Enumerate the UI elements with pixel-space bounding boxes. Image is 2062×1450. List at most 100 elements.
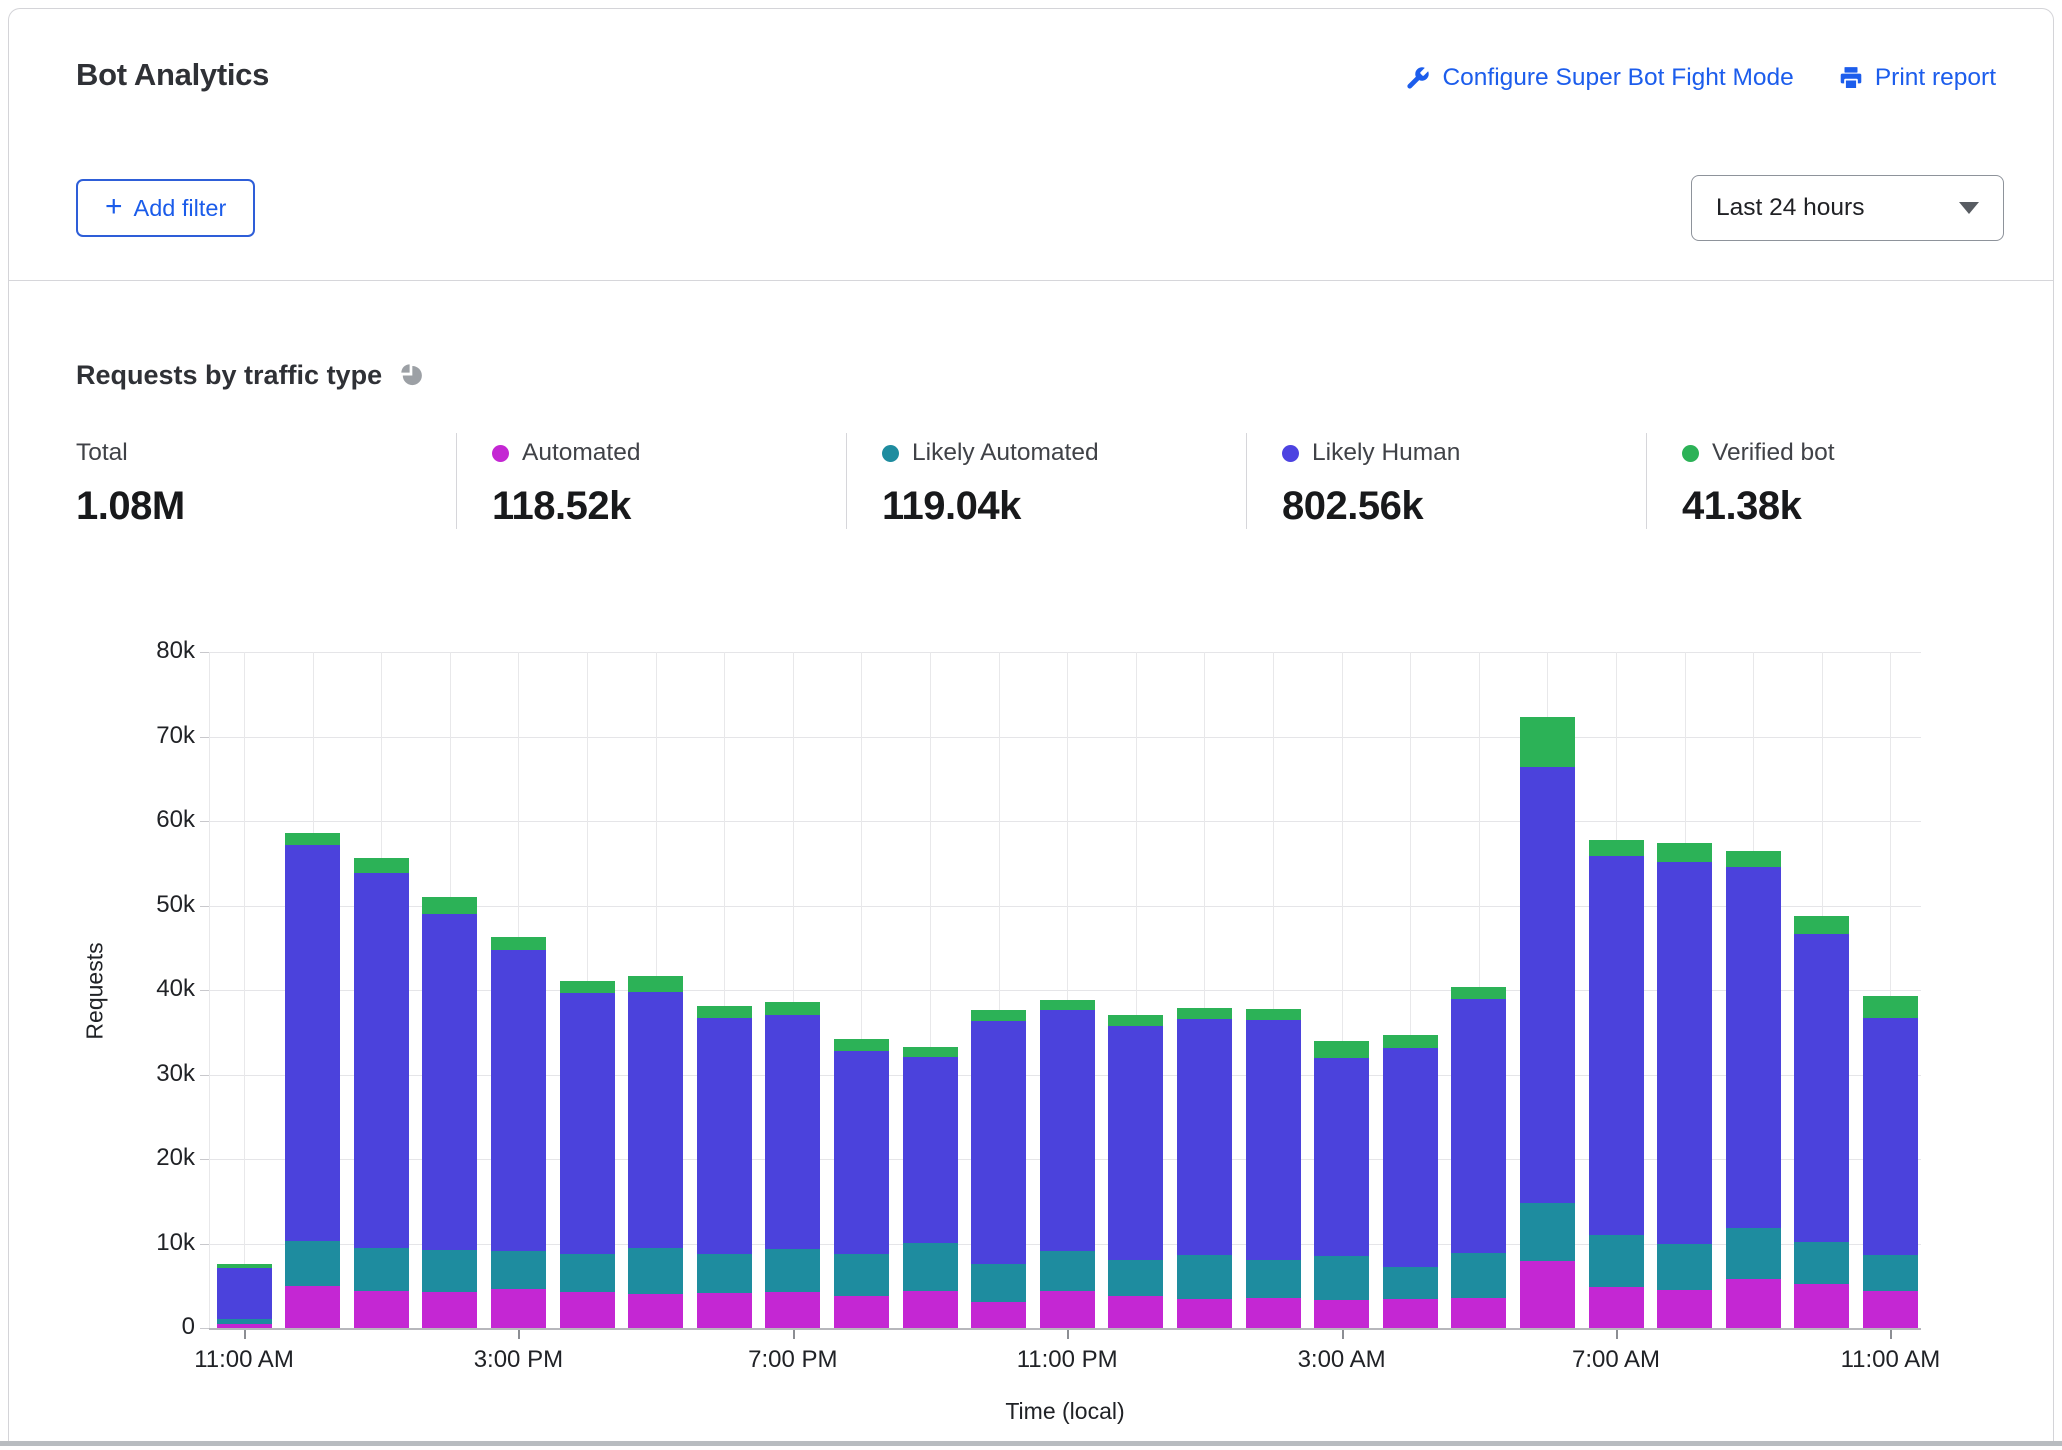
stacked-bar-4-00-pm[interactable] bbox=[560, 981, 615, 1328]
bar-segment-likely-human bbox=[1863, 1018, 1918, 1255]
stacked-bar-12-00-pm[interactable] bbox=[285, 833, 340, 1328]
y-tick-mark bbox=[200, 1244, 209, 1245]
stacked-bar-11-00-am[interactable] bbox=[1863, 996, 1918, 1328]
y-tick-label: 0 bbox=[95, 1313, 195, 1341]
bar-segment-automated bbox=[491, 1289, 546, 1328]
bar-segment-automated bbox=[1451, 1298, 1506, 1328]
bar-segment-likely-human bbox=[217, 1268, 272, 1319]
bar-segment-likely-human bbox=[1794, 934, 1849, 1242]
bar-segment-automated bbox=[834, 1296, 889, 1328]
bar-segment-likely-automated bbox=[1589, 1235, 1644, 1287]
automated-legend-dot bbox=[492, 445, 509, 462]
bar-segment-likely-automated bbox=[628, 1248, 683, 1295]
x-tick-label: 3:00 PM bbox=[418, 1346, 618, 1374]
stacked-bar-5-00-am[interactable] bbox=[1451, 987, 1506, 1328]
header-divider bbox=[9, 280, 2053, 281]
bar-segment-automated bbox=[560, 1292, 615, 1328]
x-axis-line bbox=[209, 1328, 1921, 1330]
y-tick-label: 40k bbox=[95, 975, 195, 1003]
bar-segment-likely-automated bbox=[354, 1248, 409, 1291]
bar-segment-likely-human bbox=[903, 1057, 958, 1244]
y-axis-title: Requests bbox=[82, 942, 109, 1039]
printer-icon bbox=[1838, 65, 1864, 91]
bar-segment-verified-bot bbox=[1177, 1008, 1232, 1019]
time-range-dropdown[interactable]: Last 24 hours bbox=[1691, 175, 2004, 241]
stat-likely-human: Likely Human 802.56k bbox=[1246, 433, 1646, 529]
plot-left-edge bbox=[209, 652, 210, 1328]
bar-segment-automated bbox=[1383, 1299, 1438, 1328]
x-tick-label: 11:00 AM bbox=[144, 1346, 344, 1374]
bar-segment-likely-automated bbox=[1863, 1255, 1918, 1291]
bar-segment-automated bbox=[1520, 1261, 1575, 1328]
stacked-bar-11-00-am[interactable] bbox=[217, 1264, 272, 1328]
stacked-bar-8-00-am[interactable] bbox=[1657, 843, 1712, 1328]
stacked-bar-1-00-am[interactable] bbox=[1177, 1008, 1232, 1328]
bar-segment-likely-automated bbox=[285, 1241, 340, 1287]
bar-segment-likely-human bbox=[560, 993, 615, 1254]
stacked-bar-2-00-am[interactable] bbox=[1246, 1009, 1301, 1328]
stacked-bar-6-00-am[interactable] bbox=[1520, 717, 1575, 1328]
stacked-bar-10-00-pm[interactable] bbox=[971, 1010, 1026, 1328]
bar-segment-automated bbox=[765, 1292, 820, 1328]
bar-segment-likely-automated bbox=[834, 1254, 889, 1296]
time-range-value: Last 24 hours bbox=[1716, 194, 1864, 222]
x-tick-label: 3:00 AM bbox=[1242, 1346, 1442, 1374]
y-tick-mark bbox=[200, 737, 209, 738]
stacked-bar-12-00-am[interactable] bbox=[1108, 1015, 1163, 1328]
y-tick-label: 10k bbox=[95, 1229, 195, 1257]
stacked-bar-9-00-pm[interactable] bbox=[903, 1047, 958, 1328]
stacked-bar-1-00-pm[interactable] bbox=[354, 858, 409, 1328]
x-tick-mark bbox=[1067, 1330, 1069, 1339]
stat-total: Total 1.08M bbox=[76, 433, 456, 529]
stacked-bar-9-00-am[interactable] bbox=[1726, 851, 1781, 1328]
stacked-bar-8-00-pm[interactable] bbox=[834, 1039, 889, 1328]
stat-value: 119.04k bbox=[882, 484, 1246, 529]
stat-value: 41.38k bbox=[1682, 484, 2016, 529]
bar-segment-likely-automated bbox=[1451, 1253, 1506, 1299]
bar-segment-likely-automated bbox=[1177, 1255, 1232, 1299]
stacked-bar-11-00-pm[interactable] bbox=[1040, 1000, 1095, 1328]
bar-segment-verified-bot bbox=[285, 833, 340, 845]
add-filter-button[interactable]: + Add filter bbox=[76, 179, 255, 237]
bar-segment-automated bbox=[1177, 1299, 1232, 1328]
bar-segment-likely-human bbox=[1451, 999, 1506, 1253]
stat-label: Likely Human bbox=[1312, 439, 1460, 467]
stacked-bar-10-00-am[interactable] bbox=[1794, 916, 1849, 1328]
y-gridline bbox=[209, 652, 1921, 653]
bar-segment-likely-human bbox=[834, 1051, 889, 1254]
header-links: Configure Super Bot Fight Mode Print rep… bbox=[1404, 64, 1996, 92]
stacked-bar-6-00-pm[interactable] bbox=[697, 1006, 752, 1328]
bar-segment-verified-bot bbox=[1314, 1041, 1369, 1058]
stacked-bar-7-00-am[interactable] bbox=[1589, 840, 1644, 1328]
stacked-bar-4-00-am[interactable] bbox=[1383, 1035, 1438, 1328]
y-tick-label: 50k bbox=[95, 891, 195, 919]
x-tick-label: 11:00 PM bbox=[967, 1346, 1167, 1374]
stacked-bar-2-00-pm[interactable] bbox=[422, 897, 477, 1328]
stacked-bar-3-00-pm[interactable] bbox=[491, 937, 546, 1328]
bar-segment-automated bbox=[1726, 1279, 1781, 1328]
y-tick-mark bbox=[200, 906, 209, 907]
bar-segment-automated bbox=[1246, 1298, 1301, 1328]
bar-segment-likely-human bbox=[422, 914, 477, 1250]
bar-segment-likely-automated bbox=[1726, 1228, 1781, 1279]
bar-segment-verified-bot bbox=[1451, 987, 1506, 1000]
bar-segment-likely-human bbox=[1177, 1019, 1232, 1256]
stat-label: Likely Automated bbox=[912, 439, 1099, 467]
bar-segment-likely-automated bbox=[765, 1249, 820, 1291]
bottom-divider bbox=[0, 1441, 2062, 1446]
plus-icon: + bbox=[105, 192, 123, 222]
x-gridline bbox=[244, 652, 245, 1328]
stacked-bar-7-00-pm[interactable] bbox=[765, 1002, 820, 1328]
stat-automated: Automated 118.52k bbox=[456, 433, 846, 529]
bar-segment-verified-bot bbox=[491, 937, 546, 951]
stacked-bar-3-00-am[interactable] bbox=[1314, 1041, 1369, 1328]
bar-segment-likely-automated bbox=[422, 1250, 477, 1292]
print-report-link[interactable]: Print report bbox=[1838, 64, 1996, 92]
x-tick-label: 7:00 AM bbox=[1516, 1346, 1716, 1374]
stacked-bar-5-00-pm[interactable] bbox=[628, 976, 683, 1328]
bar-segment-likely-human bbox=[354, 873, 409, 1248]
configure-super-bot-fight-mode-link[interactable]: Configure Super Bot Fight Mode bbox=[1404, 64, 1793, 92]
bar-segment-likely-human bbox=[1520, 767, 1575, 1203]
analytics-card: Bot Analytics Configure Super Bot Fight … bbox=[8, 8, 2054, 1441]
y-tick-label: 60k bbox=[95, 806, 195, 834]
